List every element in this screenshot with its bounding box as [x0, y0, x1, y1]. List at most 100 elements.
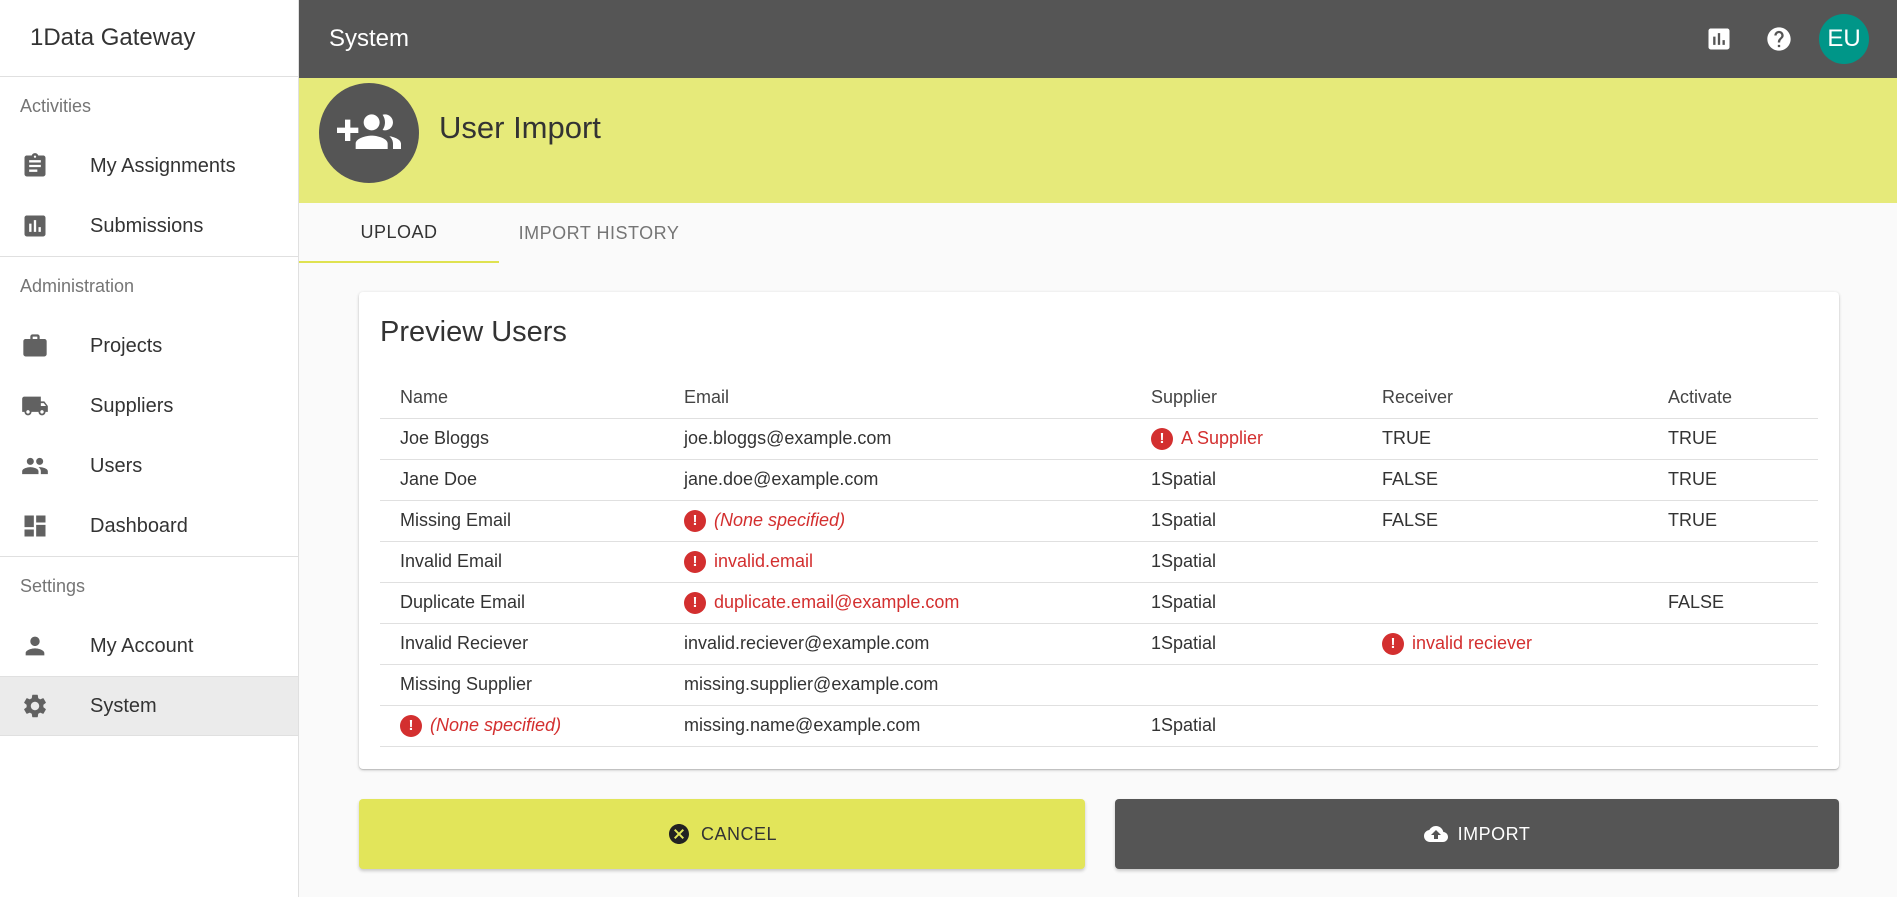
sidebar-item-label: Projects — [90, 334, 163, 357]
table-cell-supplier: ! A Supplier — [1151, 418, 1382, 460]
sidebar-item-suppliers[interactable]: Suppliers — [0, 376, 298, 436]
table-cell-receiver: ! invalid reciever — [1382, 623, 1668, 665]
section-heading-settings: Settings — [20, 576, 86, 596]
tab-upload[interactable]: UPLOAD — [299, 203, 499, 263]
gear-icon — [20, 691, 50, 721]
table-cell-activate — [1668, 623, 1818, 665]
table-cell-supplier: 1Spatial — [1151, 500, 1382, 542]
table-cell-email: missing.name@example.com — [684, 705, 1151, 747]
person-icon — [20, 631, 50, 661]
error-icon: ! — [1151, 427, 1173, 450]
error-icon: ! — [684, 509, 706, 532]
truck-icon — [20, 391, 50, 421]
table-row: Jane Doe jane.doe@example.com 1Spatial FALS… — [380, 459, 1818, 501]
error-icon: ! — [1382, 632, 1404, 655]
cancel-circle-icon — [667, 822, 691, 846]
table-cell-supplier: 1Spatial — [1151, 459, 1382, 501]
import-button[interactable]: IMPORT — [1115, 799, 1839, 869]
table-row: Invalid Email! invalid.email 1Spatial — [380, 541, 1818, 583]
table-cell-activate — [1668, 705, 1818, 747]
preview-users-card: Preview Users Name Email Supplier Receiv… — [359, 292, 1839, 769]
table-cell-name: ! (None specified) — [380, 705, 684, 747]
error-text: duplicate.email@example.com — [714, 592, 960, 613]
column-header-name[interactable]: Name — [380, 378, 684, 419]
sidebar-item-my-assignments[interactable]: My Assignments — [0, 136, 298, 196]
table-cell-email: jane.doe@example.com — [684, 459, 1151, 501]
table-cell-name: Missing Email — [380, 500, 684, 542]
sidebar-item-label: My Account — [90, 634, 194, 657]
error-icon: ! — [684, 550, 706, 573]
error-text: (None specified) — [430, 715, 562, 736]
page-header-banner: User Import — [299, 78, 1897, 203]
table-cell-supplier: 1Spatial — [1151, 541, 1382, 583]
cancel-label: CANCEL — [700, 823, 778, 844]
bar-chart-icon[interactable] — [1699, 19, 1739, 59]
table-cell-email: joe.bloggs@example.com — [684, 418, 1151, 460]
column-header-receiver[interactable]: Receiver — [1382, 378, 1668, 419]
sidebar-item-dashboard[interactable]: Dashboard — [0, 496, 298, 556]
section-title: User Import — [439, 110, 601, 145]
table-cell-activate — [1668, 541, 1818, 583]
table-header-row: Name Email Supplier Receiver Activate — [380, 378, 1818, 419]
table-cell-activate: TRUE — [1668, 459, 1818, 501]
table-cell-receiver — [1382, 582, 1668, 624]
section-heading-administration: Administration — [20, 276, 135, 296]
app-brand: 1Data Gateway — [0, 0, 298, 77]
table-cell-activate: TRUE — [1668, 418, 1818, 460]
table-cell-activate: FALSE — [1668, 582, 1818, 624]
column-header-supplier[interactable]: Supplier — [1151, 378, 1382, 419]
sidebar-item-my-account[interactable]: My Account — [0, 616, 298, 676]
people-icon — [20, 451, 50, 481]
sidebar-item-system[interactable]: System — [0, 676, 298, 736]
table-cell-receiver: TRUE — [1382, 418, 1668, 460]
column-header-activate[interactable]: Activate — [1668, 378, 1818, 419]
clipboard-icon — [20, 151, 50, 181]
table-cell-receiver: FALSE — [1382, 459, 1668, 501]
dashboard-icon — [20, 511, 50, 541]
error-value: ! invalid.email — [684, 550, 813, 573]
table-row: Joe Bloggs joe.bloggs@example.com! A Suppl… — [380, 418, 1818, 460]
add-group-icon — [319, 83, 419, 183]
table-cell-email: invalid.reciever@example.com — [684, 623, 1151, 665]
table-cell-receiver — [1382, 664, 1668, 706]
sidebar-item-projects[interactable]: Projects — [0, 316, 298, 376]
top-app-bar: System EU — [299, 0, 1897, 78]
error-value: ! (None specified) — [400, 714, 562, 737]
table-row: Missing Supplier missing.supplier@example… — [380, 664, 1818, 706]
table-body: Joe Bloggs joe.bloggs@example.com! A Suppl… — [380, 418, 1818, 747]
error-value: ! (None specified) — [684, 509, 845, 532]
sidebar-item-submissions[interactable]: Submissions — [0, 196, 298, 256]
sidebar-item-users[interactable]: Users — [0, 436, 298, 496]
import-label: IMPORT — [1457, 823, 1531, 844]
avatar[interactable]: EU — [1819, 14, 1869, 64]
bar-chart-icon — [20, 211, 50, 241]
table-cell-name: Joe Bloggs — [380, 418, 684, 460]
table-cell-supplier: 1Spatial — [1151, 623, 1382, 665]
table-row: Missing Email! (None specified) 1Spatial FA… — [380, 500, 1818, 542]
error-icon: ! — [400, 714, 422, 737]
table-row: Invalid Reciever invalid.reciever@example… — [380, 623, 1818, 665]
sidebar-item-label: Dashboard — [90, 514, 188, 537]
table-row: ! (None specified) missing.name@example.co… — [380, 705, 1818, 747]
table-cell-supplier: 1Spatial — [1151, 582, 1382, 624]
cloud-upload-icon — [1423, 822, 1448, 846]
table-cell-supplier — [1151, 664, 1382, 706]
sidebar-item-label: My Assignments — [90, 154, 236, 177]
tab-import-history[interactable]: IMPORT HISTORY — [499, 203, 699, 263]
sidebar: 1Data Gateway Activities My Assignments … — [0, 0, 299, 897]
card-title: Preview Users — [380, 316, 567, 348]
table-cell-email: ! invalid.email — [684, 541, 1151, 583]
error-value: ! invalid reciever — [1382, 632, 1533, 655]
sidebar-item-label: Submissions — [90, 214, 204, 237]
preview-table: Name Email Supplier Receiver Activate Jo… — [380, 378, 1818, 747]
table-cell-name: Missing Supplier — [380, 664, 684, 706]
table-cell-receiver — [1382, 705, 1668, 747]
table-cell-receiver — [1382, 541, 1668, 583]
error-icon: ! — [684, 591, 706, 614]
help-icon[interactable] — [1759, 19, 1799, 59]
column-header-email[interactable]: Email — [684, 378, 1151, 419]
cancel-button[interactable]: CANCEL — [359, 799, 1085, 869]
table-cell-name: Jane Doe — [380, 459, 684, 501]
table-cell-name: Duplicate Email — [380, 582, 684, 624]
error-text: invalid reciever — [1412, 633, 1533, 654]
